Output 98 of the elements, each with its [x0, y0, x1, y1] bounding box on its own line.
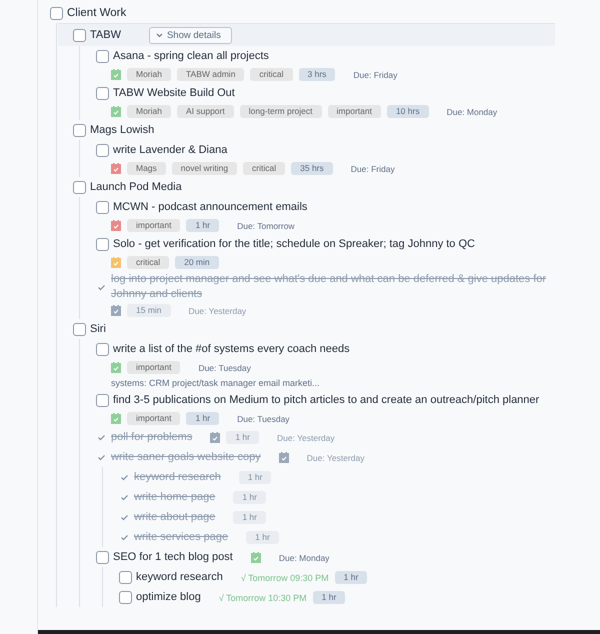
chevron-down-icon: [156, 32, 163, 38]
calendar-icon: [111, 413, 121, 424]
time-estimate: 1 hr: [334, 571, 368, 584]
tag: important: [127, 219, 180, 232]
time-estimate: 1 hr: [186, 219, 220, 232]
time-estimate: 3 hrs: [298, 68, 336, 81]
checkbox[interactable]: [96, 87, 109, 100]
task-note: systems: CRM project/task manager email marketi...: [110, 377, 321, 390]
checkbox[interactable]: [73, 28, 86, 42]
time-estimate: 1 hr: [238, 471, 272, 484]
checkbox[interactable]: [96, 201, 109, 214]
task-title: TABW: [90, 28, 121, 42]
calendar-icon: [111, 220, 121, 231]
task-title: write home page: [134, 490, 216, 505]
due-date: Due: Tomorrow: [237, 220, 295, 230]
task-title: find 3-5 publications on Medium to pitch articles to and create an outreach/pitch planner: [113, 393, 540, 408]
due-date: Due: Yesterday: [276, 432, 335, 442]
task-title: optimize blog: [136, 590, 201, 605]
due-date: Due: Friday: [353, 70, 398, 80]
selected-row[interactable]: TABW Show details: [58, 23, 555, 46]
calendar-icon: [111, 362, 121, 373]
task-title: write Lavender & Diana: [113, 143, 228, 158]
checkbox[interactable]: [96, 238, 109, 251]
checkbox[interactable]: [96, 144, 109, 157]
checkbox[interactable]: [50, 7, 63, 20]
reminder-time: √ Tomorrow 10:30 PM: [218, 592, 307, 602]
tag: important: [127, 361, 180, 374]
task-title: write saner goals website copy: [111, 450, 261, 465]
task-title: keyword research: [136, 570, 223, 585]
calendar-icon: [250, 552, 261, 563]
time-estimate: 20 min: [175, 256, 219, 269]
tag: novel writing: [172, 162, 238, 175]
checkbox[interactable]: [96, 551, 109, 564]
task-title: Solo - get verification for the title; schedule on Spreaker; tag Johnny to QC: [113, 237, 475, 252]
due-date: Due: Tuesday: [198, 362, 251, 372]
task-title: log into project manager and see what's due and what can be deferred & give updates for Johnny and clients: [111, 272, 548, 302]
task-title: SEO for 1 tech blog post: [113, 550, 233, 565]
task-title: write about page: [134, 510, 216, 525]
calendar-icon: [210, 432, 220, 443]
checkbox[interactable]: [96, 394, 109, 407]
task-title: write a list of the #of systems every coach needs: [113, 342, 350, 357]
checkbox[interactable]: [96, 343, 109, 356]
time-estimate: 1 hr: [186, 412, 220, 425]
check-icon[interactable]: [96, 432, 107, 443]
task-title: write services page: [134, 530, 228, 545]
calendar-icon: [111, 69, 121, 80]
calendar-icon: [111, 106, 121, 117]
check-icon[interactable]: [119, 472, 130, 483]
task-title: Launch Pod Media: [90, 180, 182, 195]
task-title: Asana - spring clean all projects: [113, 49, 269, 64]
calendar-icon: [278, 452, 289, 463]
tag: critical: [250, 68, 293, 81]
calendar-icon: [111, 305, 121, 316]
check-icon[interactable]: [96, 452, 107, 463]
checkbox[interactable]: [73, 323, 86, 336]
checkbox[interactable]: [73, 124, 86, 137]
checkbox[interactable]: [73, 181, 86, 194]
time-estimate: 1 hr: [246, 531, 279, 544]
tag: critical: [127, 256, 170, 269]
tag: important: [127, 412, 180, 425]
tag: TABW admin: [176, 68, 244, 81]
time-estimate: 1 hr: [233, 511, 266, 524]
time-estimate: 1 hr: [226, 431, 259, 444]
check-icon[interactable]: [119, 532, 130, 543]
task-title: Mags Lowish: [90, 123, 154, 138]
check-icon[interactable]: [119, 492, 130, 503]
time-estimate: 10 hrs: [386, 105, 429, 118]
time-estimate: 15 min: [127, 304, 171, 317]
task-title: Client Work: [67, 6, 126, 21]
tag: Moriah: [127, 105, 171, 118]
time-estimate: 35 hrs: [291, 162, 333, 175]
task-title: MCWN - podcast announcement emails: [113, 200, 308, 215]
check-icon[interactable]: [119, 512, 130, 523]
task-title: Siri: [90, 322, 106, 337]
due-date: Due: Yesterday: [306, 452, 364, 462]
time-estimate: 1 hr: [312, 591, 346, 604]
calendar-icon: [111, 257, 121, 268]
show-details-button[interactable]: Show details: [148, 26, 232, 44]
tag: Moriah: [127, 68, 171, 81]
due-date: Due: Monday: [278, 552, 330, 562]
tag: long-term project: [240, 105, 322, 118]
calendar-icon: [111, 163, 121, 174]
task-title: poll for problems: [111, 430, 192, 445]
tag: critical: [243, 162, 286, 175]
reminder-time: √ Tomorrow 09:30 PM: [240, 572, 329, 582]
tag: important: [328, 105, 381, 118]
checkbox[interactable]: [96, 50, 109, 63]
tag: Mags: [127, 162, 166, 175]
task-title: TABW Website Build Out: [113, 86, 235, 101]
due-date: Due: Tuesday: [237, 414, 290, 424]
checkbox[interactable]: [119, 571, 132, 584]
time-estimate: 1 hr: [233, 491, 266, 504]
due-date: Due: Friday: [350, 164, 395, 174]
task-title: keyword research: [134, 470, 221, 485]
due-date: Due: Yesterday: [188, 306, 246, 316]
due-date: Due: Monday: [446, 106, 498, 116]
tag: AI support: [176, 105, 234, 118]
checkbox[interactable]: [119, 591, 132, 604]
